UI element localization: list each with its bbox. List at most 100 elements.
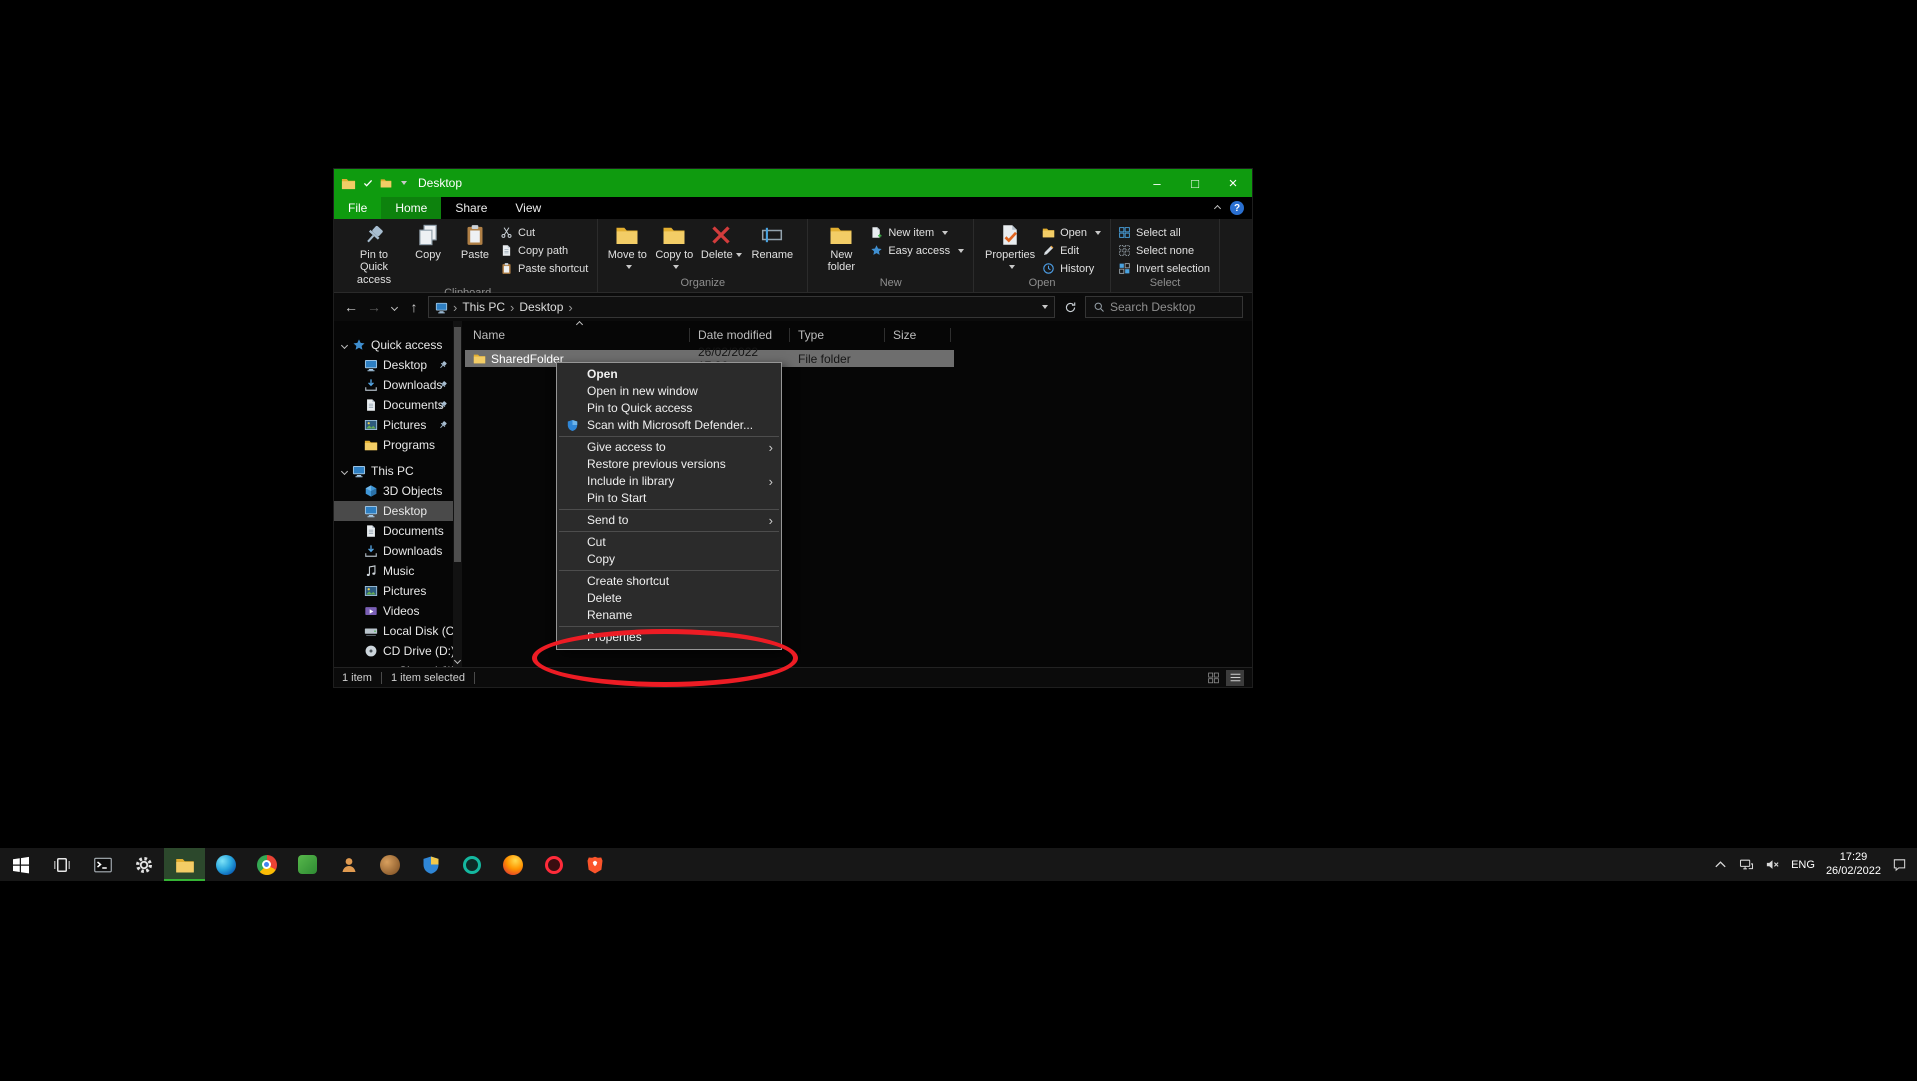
scrollbar-thumb[interactable]: [454, 327, 461, 562]
expander-chevron-icon[interactable]: [341, 467, 348, 474]
sidebar-item-documents[interactable]: Documents: [334, 521, 453, 541]
column-header-size[interactable]: Size: [885, 328, 951, 342]
sidebar-item-desktop-qa[interactable]: Desktop: [334, 355, 453, 375]
address-box[interactable]: › This PC › Desktop ›: [428, 296, 1055, 318]
minimize-button[interactable]: –: [1138, 169, 1176, 197]
taskbar-app-firefox[interactable]: [492, 848, 533, 881]
action-center-icon[interactable]: [1892, 857, 1907, 872]
sidebar-scrollbar[interactable]: [453, 321, 462, 667]
cut-button[interactable]: Cut: [500, 225, 588, 240]
taskbar-app-brown[interactable]: [369, 848, 410, 881]
search-input[interactable]: [1110, 300, 1235, 314]
tab-view[interactable]: View: [501, 197, 555, 219]
context-menu-delete[interactable]: Delete: [557, 590, 781, 607]
sidebar-item-this-pc[interactable]: This PC: [334, 461, 453, 481]
close-button[interactable]: ×: [1214, 169, 1252, 197]
taskbar-app-red-ring[interactable]: [533, 848, 574, 881]
invert-selection-button[interactable]: Invert selection: [1118, 261, 1210, 276]
qat-check-icon[interactable]: [362, 177, 374, 189]
context-menu-cut[interactable]: Cut: [557, 534, 781, 551]
sidebar-item-3d-objects[interactable]: 3D Objects: [334, 481, 453, 501]
new-folder-button[interactable]: New folder: [815, 222, 867, 274]
context-menu-create-shortcut[interactable]: Create shortcut: [557, 573, 781, 590]
volume-muted-icon[interactable]: [1765, 857, 1780, 872]
clock[interactable]: 17:29 26/02/2022: [1826, 851, 1881, 879]
context-menu-pin-to-start[interactable]: Pin to Start: [557, 490, 781, 507]
start-button[interactable]: [0, 848, 41, 881]
sidebar-item-programs[interactable]: Programs: [334, 435, 453, 455]
context-menu-scan-with-defender[interactable]: Scan with Microsoft Defender...: [557, 417, 781, 434]
context-menu-copy[interactable]: Copy: [557, 551, 781, 568]
qat-folder-icon[interactable]: [380, 177, 392, 189]
context-menu-open[interactable]: Open: [557, 366, 781, 383]
forward-button[interactable]: →: [365, 299, 383, 315]
taskbar-app-windows-security[interactable]: [410, 848, 451, 881]
qat-dropdown-caret-icon[interactable]: [401, 181, 407, 185]
breadcrumb-this-pc[interactable]: This PC: [462, 300, 505, 314]
sidebar-item-cd-drive-d[interactable]: CD Drive (D:) Vir: [334, 641, 453, 661]
sidebar-item-pictures-qa[interactable]: Pictures: [334, 415, 453, 435]
move-to-button[interactable]: Move to: [605, 222, 649, 274]
sidebar-item-videos[interactable]: Videos: [334, 601, 453, 621]
select-all-button[interactable]: Select all: [1118, 225, 1210, 240]
refresh-button[interactable]: [1060, 301, 1080, 314]
taskbar-app-green[interactable]: [287, 848, 328, 881]
sidebar-item-documents-qa[interactable]: Documents: [334, 395, 453, 415]
history-button[interactable]: History: [1042, 261, 1101, 276]
sidebar-item-pictures[interactable]: Pictures: [334, 581, 453, 601]
context-menu-send-to[interactable]: Send to ›: [557, 512, 781, 529]
network-icon[interactable]: [1739, 857, 1754, 872]
taskbar-app-teal[interactable]: [451, 848, 492, 881]
language-indicator[interactable]: ENG: [1791, 859, 1815, 871]
column-header-type[interactable]: Type: [790, 328, 885, 342]
select-none-button[interactable]: Select none: [1118, 243, 1210, 258]
back-button[interactable]: ←: [342, 299, 360, 315]
thumbnails-view-button[interactable]: [1204, 670, 1222, 686]
paste-button[interactable]: Paste: [453, 222, 497, 261]
tab-home[interactable]: Home: [381, 197, 441, 219]
sidebar-item-quick-access[interactable]: Quick access: [334, 335, 453, 355]
pin-to-quick-access-button[interactable]: Pin to Quick access: [345, 222, 403, 286]
maximize-button[interactable]: □: [1176, 169, 1214, 197]
context-menu-open-in-new-window[interactable]: Open in new window: [557, 383, 781, 400]
copy-to-button[interactable]: Copy to: [652, 222, 696, 274]
easy-access-button[interactable]: Easy access: [870, 243, 964, 258]
open-button[interactable]: Open: [1042, 225, 1101, 240]
up-button[interactable]: ↑: [405, 299, 423, 315]
context-menu-restore-previous-versions[interactable]: Restore previous versions: [557, 456, 781, 473]
sidebar-item-vmshared[interactable]: vmShared (\\VB: [334, 661, 453, 667]
sidebar-item-music[interactable]: Music: [334, 561, 453, 581]
paste-shortcut-button[interactable]: Paste shortcut: [500, 261, 588, 276]
taskbar-app-chrome[interactable]: [246, 848, 287, 881]
rename-button[interactable]: Rename: [746, 222, 798, 261]
taskbar-app-file-explorer[interactable]: [164, 848, 205, 881]
sidebar-item-downloads[interactable]: Downloads: [334, 541, 453, 561]
context-menu-pin-to-quick-access[interactable]: Pin to Quick access: [557, 400, 781, 417]
sidebar-item-downloads-qa[interactable]: Downloads: [334, 375, 453, 395]
task-view-button[interactable]: [41, 848, 82, 881]
tab-share[interactable]: Share: [441, 197, 501, 219]
taskbar-app-people[interactable]: [328, 848, 369, 881]
sidebar-item-local-disk-c[interactable]: Local Disk (C:): [334, 621, 453, 641]
hidden-icons-chevron-icon[interactable]: [1713, 857, 1728, 872]
copy-button[interactable]: Copy: [406, 222, 450, 261]
context-menu-include-in-library[interactable]: Include in library ›: [557, 473, 781, 490]
new-item-button[interactable]: New item: [870, 225, 964, 240]
column-header-name[interactable]: Name: [465, 328, 690, 342]
collapse-ribbon-icon[interactable]: [1214, 204, 1221, 211]
expander-chevron-icon[interactable]: [341, 341, 348, 348]
tab-file[interactable]: File: [334, 197, 381, 219]
taskbar-app-brave[interactable]: [574, 848, 615, 881]
breadcrumb-desktop[interactable]: Desktop: [519, 300, 563, 314]
recent-locations-caret-icon[interactable]: [388, 302, 400, 313]
details-view-button[interactable]: [1226, 670, 1244, 686]
context-menu-properties[interactable]: Properties: [557, 629, 781, 646]
taskbar-app-edge[interactable]: [205, 848, 246, 881]
column-header-date-modified[interactable]: Date modified: [690, 328, 790, 342]
context-menu-rename[interactable]: Rename: [557, 607, 781, 624]
scroll-down-arrow-icon[interactable]: [454, 657, 461, 664]
help-icon[interactable]: ?: [1230, 201, 1244, 215]
taskbar-app-settings[interactable]: [123, 848, 164, 881]
address-dropdown-caret-icon[interactable]: [1042, 305, 1048, 309]
edit-button[interactable]: Edit: [1042, 243, 1101, 258]
